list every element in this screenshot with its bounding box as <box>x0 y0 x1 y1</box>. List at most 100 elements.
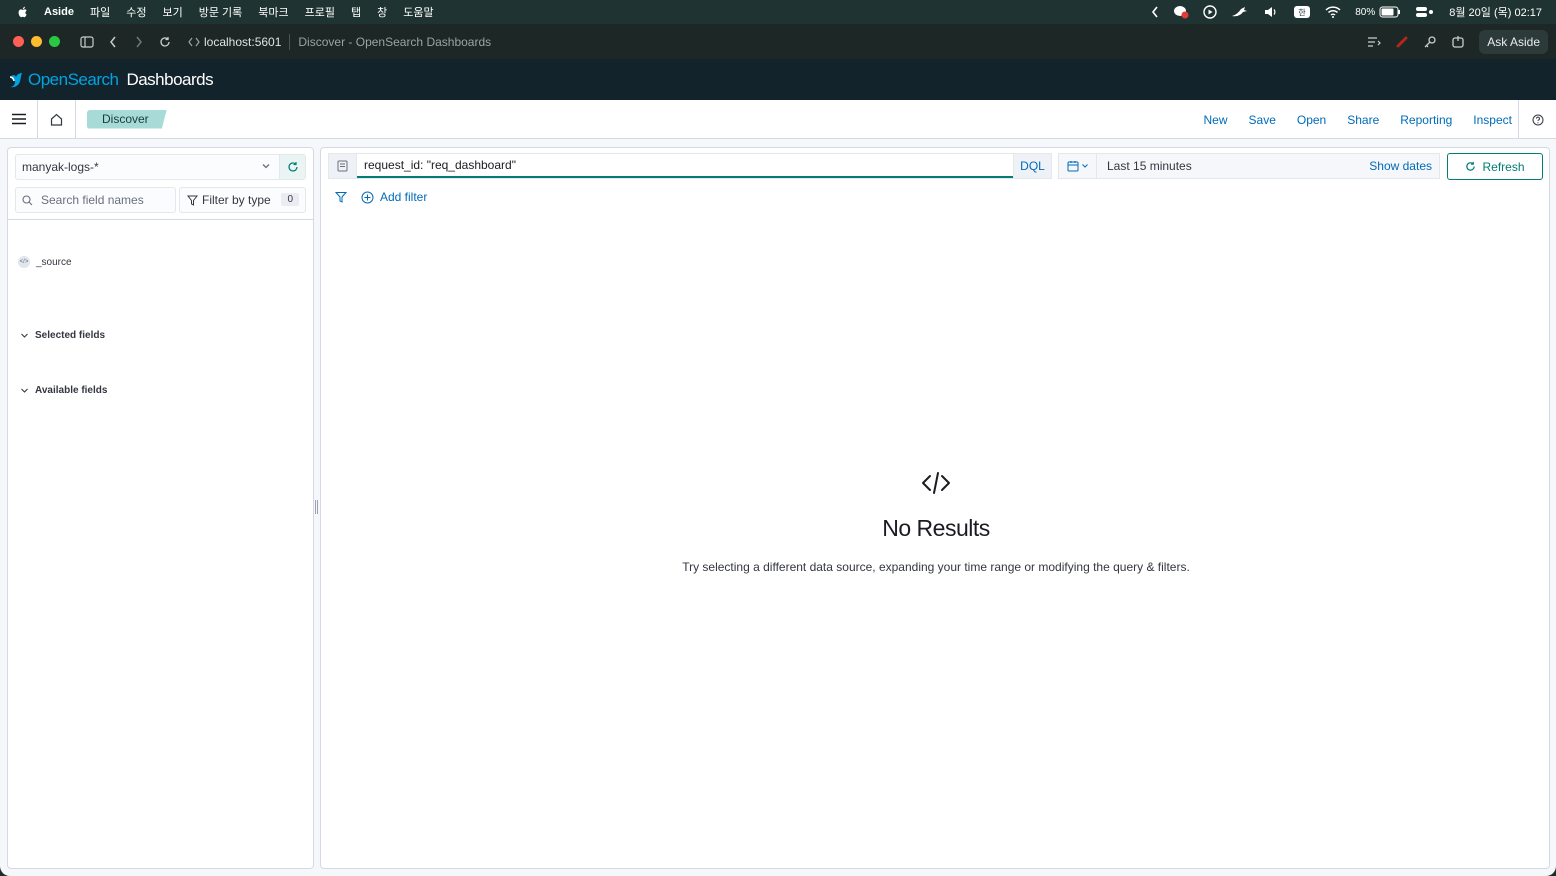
menu-window[interactable]: 창 <box>377 4 387 20</box>
extension-red-icon[interactable] <box>1395 35 1409 49</box>
osd-header: OpenSearch Dashboards <box>0 59 1556 100</box>
forward-button[interactable] <box>126 31 152 53</box>
url-text: localhost:5601 <box>204 34 282 49</box>
menu-file[interactable]: 파일 <box>90 4 110 20</box>
share-icon[interactable] <box>1451 35 1465 49</box>
field-sidebar: manyak-logs-* Search field names Filter … <box>7 147 314 869</box>
control-center-icon[interactable] <box>1415 5 1435 19</box>
panel-resize-handle[interactable] <box>315 500 318 514</box>
menu-edit[interactable]: 수정 <box>126 4 146 20</box>
field-name: _source <box>36 256 72 268</box>
refresh-fields-button[interactable] <box>279 155 305 179</box>
field-search-input[interactable]: Search field names <box>15 187 176 213</box>
chevron-down-icon <box>262 164 270 169</box>
index-pattern-value: manyak-logs-* <box>22 160 99 174</box>
logo-opensearch-text: OpenSearch <box>28 69 119 89</box>
apple-icon[interactable] <box>16 5 30 19</box>
help-button[interactable] <box>1518 100 1556 139</box>
browser-toolbar: localhost:5601 Discover - OpenSearch Das… <box>0 24 1556 59</box>
key-icon[interactable] <box>1423 35 1437 49</box>
query-language-button[interactable]: DQL <box>1013 154 1051 178</box>
quick-menu-button[interactable] <box>1059 154 1097 178</box>
search-icon <box>22 194 33 205</box>
minimize-window-button[interactable] <box>31 36 42 47</box>
filter-by-type-button[interactable]: Filter by type 0 <box>179 187 306 213</box>
messenger-icon[interactable] <box>1173 5 1189 19</box>
refresh-icon <box>1466 161 1476 171</box>
query-input[interactable]: request_id: "req_dashboard" <box>357 154 1013 178</box>
bird-icon[interactable] <box>1231 5 1249 19</box>
opensearch-mark-icon <box>9 72 22 87</box>
refresh-icon <box>287 162 298 172</box>
filter-options-icon[interactable] <box>335 191 347 203</box>
top-nav-actions: New Save Open Share Reporting Inspect <box>1204 100 1513 139</box>
sidebar-toggle-button[interactable] <box>74 31 100 53</box>
hamburger-icon <box>11 113 26 125</box>
chevron-down-icon <box>1081 164 1088 168</box>
breadcrumb-discover[interactable]: Discover <box>87 109 167 129</box>
query-bar: request_id: "req_dashboard" DQL <box>328 153 1052 179</box>
reporting-button[interactable]: Reporting <box>1400 113 1452 127</box>
clock[interactable]: 8월 20일 (목) 02:17 <box>1449 4 1542 20</box>
no-results-message: Try selecting a different data source, e… <box>682 560 1190 574</box>
reload-icon <box>160 36 170 47</box>
open-button[interactable]: Open <box>1297 113 1326 127</box>
inspect-button[interactable]: Inspect <box>1473 113 1512 127</box>
battery-icon[interactable] <box>1379 6 1401 18</box>
back-button[interactable] <box>100 31 126 53</box>
battery-percent: 80% <box>1355 6 1376 18</box>
no-results-panel: No Results Try selecting a different dat… <box>681 471 1191 577</box>
page-title: Discover - OpenSearch Dashboards <box>298 34 492 49</box>
time-range-label[interactable]: Last 15 minutes <box>1097 159 1192 173</box>
chevron-left-icon[interactable] <box>1151 6 1159 18</box>
index-pattern-select[interactable]: manyak-logs-* <box>15 154 306 180</box>
add-filter-label: Add filter <box>380 190 428 204</box>
browser-actions: Ask Aside <box>1367 24 1548 59</box>
saved-queries-button[interactable] <box>329 154 357 178</box>
menu-help[interactable]: 도움말 <box>403 4 433 20</box>
address-bar[interactable]: localhost:5601 <box>188 35 281 49</box>
menu-view[interactable]: 보기 <box>162 4 182 20</box>
play-circle-icon[interactable] <box>1203 5 1217 19</box>
menu-history[interactable]: 방문 기록 <box>199 4 243 20</box>
address-divider <box>289 33 291 50</box>
maximize-window-button[interactable] <box>49 36 60 47</box>
top-nav: Discover New Save Open Share Reporting I… <box>0 100 1556 139</box>
refresh-button[interactable]: Refresh <box>1447 153 1543 180</box>
close-window-button[interactable] <box>13 36 24 47</box>
available-fields-label: Available fields <box>35 385 108 396</box>
app-body: Discover New Save Open Share Reporting I… <box>0 100 1556 876</box>
share-button[interactable]: Share <box>1347 113 1379 127</box>
field-item-source[interactable]: </> _source <box>18 256 72 268</box>
ask-aside-button[interactable]: Ask Aside <box>1479 29 1548 54</box>
menu-profile[interactable]: 프로필 <box>305 4 335 20</box>
available-fields-header[interactable]: Available fields <box>20 385 107 396</box>
input-method-icon[interactable]: 한 <box>1293 5 1311 19</box>
macos-menubar: Aside 파일 수정 보기 방문 기록 북마크 프로필 탭 창 도움말 한 8… <box>0 0 1556 24</box>
selected-fields-header[interactable]: Selected fields <box>20 330 105 341</box>
menu-bookmarks[interactable]: 북마크 <box>258 4 288 20</box>
selected-fields-label: Selected fields <box>35 330 106 341</box>
date-picker: Last 15 minutes Show dates <box>1058 153 1440 179</box>
wifi-icon[interactable] <box>1325 5 1341 19</box>
window-controls <box>13 36 60 47</box>
field-search-placeholder: Search field names <box>41 193 144 207</box>
new-button[interactable]: New <box>1204 113 1228 127</box>
menu-toggle-button[interactable] <box>0 100 38 139</box>
reload-button[interactable] <box>152 31 178 53</box>
volume-icon[interactable] <box>1263 5 1279 19</box>
add-filter-button[interactable]: Add filter <box>361 190 427 204</box>
discover-main-panel: request_id: "req_dashboard" DQL Last 15 … <box>320 147 1550 869</box>
save-button[interactable]: Save <box>1249 113 1276 127</box>
menu-tab[interactable]: 탭 <box>351 4 361 20</box>
code-brackets-icon <box>188 37 200 46</box>
app-name[interactable]: Aside <box>44 6 74 18</box>
filter-count-badge: 0 <box>281 193 299 206</box>
logo-dashboards-text: Dashboards <box>126 69 214 89</box>
show-dates-button[interactable]: Show dates <box>1369 159 1432 173</box>
saved-query-icon <box>337 160 348 172</box>
reading-list-icon[interactable] <box>1367 36 1382 48</box>
opensearch-logo[interactable]: OpenSearch Dashboards <box>8 69 214 90</box>
home-button[interactable] <box>38 100 76 139</box>
status-area: 한 80% 8월 20일 (목) 02:17 <box>1151 0 1542 24</box>
